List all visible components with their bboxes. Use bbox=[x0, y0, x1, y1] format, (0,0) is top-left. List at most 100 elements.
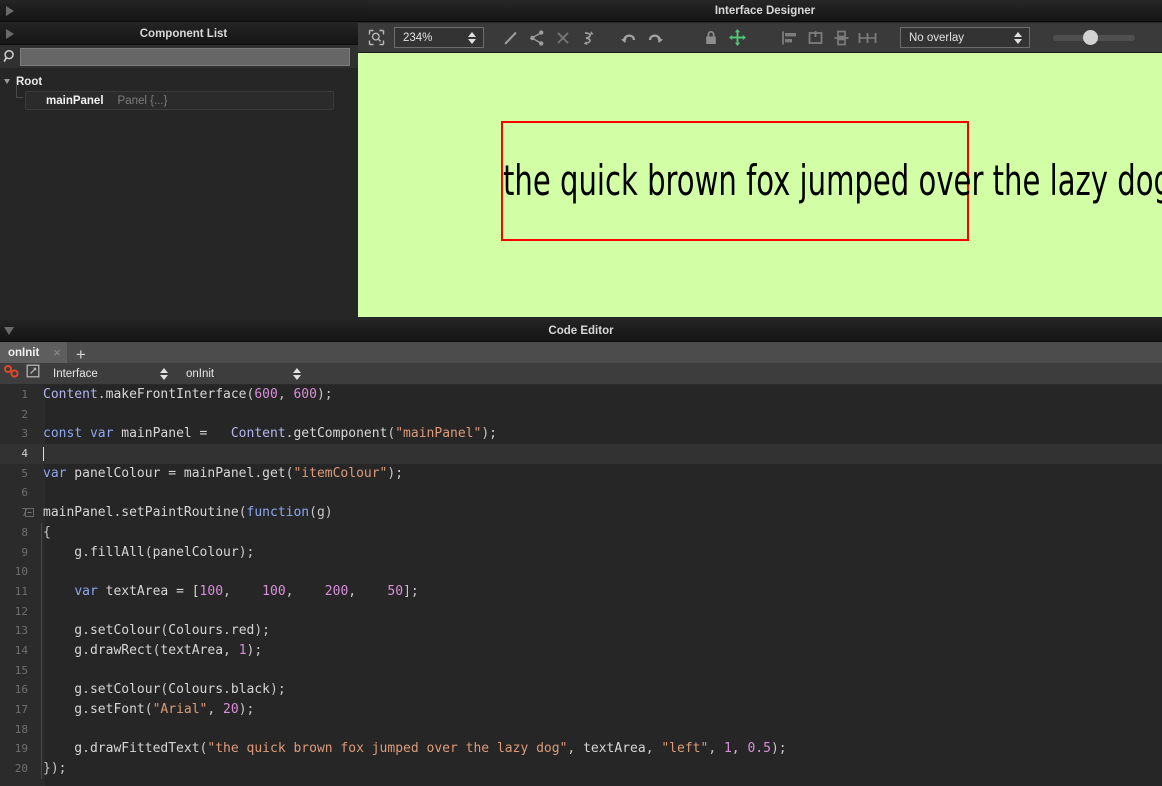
designer-header: Interface Designer bbox=[368, 0, 1162, 22]
align-vertical-icon[interactable] bbox=[828, 27, 854, 49]
code-text: g.setColour(Colours.red); bbox=[43, 623, 271, 639]
distribute-horizontal-icon[interactable] bbox=[854, 27, 880, 49]
code-line[interactable]: 18 bbox=[0, 719, 1162, 740]
line-number: 14 bbox=[14, 643, 28, 657]
code-text: g.setFont("Arial", 20); bbox=[43, 702, 255, 717]
move-icon[interactable] bbox=[724, 27, 750, 49]
line-number: 17 bbox=[14, 703, 28, 716]
code-line[interactable]: 6 bbox=[0, 483, 1162, 503]
overlay-value: No overlay bbox=[909, 31, 964, 44]
undo-redo-swap-icon[interactable] bbox=[576, 27, 602, 49]
tab-label: onInit bbox=[8, 346, 40, 359]
fold-guide-line bbox=[41, 522, 42, 543]
tree-item-mainpanel[interactable]: mainPanel Panel {...} bbox=[16, 84, 334, 110]
tree-root-node[interactable]: Root bbox=[0, 72, 359, 91]
spinner-icon[interactable] bbox=[160, 367, 168, 380]
delete-x-icon[interactable] bbox=[550, 27, 576, 49]
tab-oninit[interactable]: onInit × bbox=[0, 342, 67, 363]
code-line[interactable]: 13 g.setColour(Colours.red); bbox=[0, 621, 1162, 641]
line-number: 10 bbox=[14, 565, 28, 579]
external-link-icon[interactable] bbox=[26, 364, 40, 383]
code-line[interactable]: 1 Content.makeFrontInterface(600, 600); bbox=[0, 385, 1162, 405]
canvas-fitted-text: the quick brown fox jumped over the lazy… bbox=[503, 160, 1162, 202]
zoom-combo[interactable]: 234% bbox=[394, 27, 484, 48]
scope-combo[interactable]: Interface bbox=[53, 363, 168, 385]
slider-knob[interactable] bbox=[1083, 30, 1099, 45]
line-number: 20 bbox=[14, 762, 28, 776]
zoom-slider[interactable] bbox=[1048, 27, 1140, 49]
code-line[interactable]: 2 bbox=[0, 405, 1162, 425]
code-line[interactable]: 11 var textArea = [100, 100, 200, 50]; bbox=[0, 581, 1162, 602]
code-line[interactable]: 4 bbox=[0, 444, 1162, 464]
code-line[interactable]: 15 bbox=[0, 660, 1162, 681]
code-lines[interactable]: 1 Content.makeFrontInterface(600, 600); 2 3… bbox=[0, 385, 1162, 779]
code-line[interactable]: 7− mainPanel.setPaintRoutine(function(g) bbox=[0, 503, 1162, 523]
lock-icon[interactable] bbox=[698, 27, 724, 49]
add-tab-button[interactable]: + bbox=[76, 346, 86, 363]
fold-guide-line bbox=[41, 739, 42, 760]
line-number: 16 bbox=[14, 683, 28, 697]
line-number: 1 bbox=[21, 388, 28, 401]
code-line[interactable]: 9 g.fillAll(panelColour); bbox=[0, 542, 1162, 563]
code-text: var textArea = [100, 100, 200, 50]; bbox=[74, 583, 419, 599]
fold-guide-line bbox=[41, 621, 42, 641]
link-chain-icon[interactable] bbox=[3, 364, 20, 384]
component-tree: Root mainPanel Panel {...} bbox=[0, 72, 359, 110]
designer-canvas[interactable]: the quick brown fox jumped over the lazy… bbox=[358, 53, 1162, 317]
collapse-arrow-icon[interactable] bbox=[6, 5, 14, 16]
line-number: 2 bbox=[21, 407, 28, 421]
share-icon[interactable] bbox=[524, 27, 550, 49]
zoom-select-icon[interactable] bbox=[363, 27, 389, 49]
fold-guide-line bbox=[41, 680, 42, 700]
line-number: 19 bbox=[14, 742, 28, 756]
edit-pencil-icon[interactable] bbox=[498, 27, 524, 49]
align-center-icon[interactable] bbox=[802, 27, 828, 49]
zoom-value: 234% bbox=[403, 31, 433, 44]
line-number: 3 bbox=[21, 427, 28, 441]
line-number: 9 bbox=[21, 545, 28, 559]
code-line[interactable]: 3 const var mainPanel = Content.getCompon… bbox=[0, 424, 1162, 444]
code-text: g.fillAll(panelColour); bbox=[43, 544, 255, 560]
code-line[interactable]: 16 g.setColour(Colours.black); bbox=[0, 680, 1162, 700]
line-number: 18 bbox=[14, 722, 28, 736]
code-line[interactable]: 17 g.setFont("Arial", 20); bbox=[0, 700, 1162, 720]
line-number: 5 bbox=[21, 466, 28, 480]
code-line[interactable]: 8{ bbox=[0, 522, 1162, 543]
code-line[interactable]: 10 bbox=[0, 562, 1162, 582]
fold-guide-line bbox=[41, 601, 42, 622]
code-text: var panelColour = mainPanel.get("itemCol… bbox=[43, 465, 404, 481]
callback-combo[interactable]: onInit bbox=[186, 363, 301, 385]
component-list-collapse-arrow-icon[interactable] bbox=[6, 28, 14, 39]
spinner-icon[interactable] bbox=[468, 31, 476, 44]
code-line[interactable]: 14 g.drawRect(textArea, 1); bbox=[0, 640, 1162, 661]
code-line[interactable]: 5 var panelColour = mainPanel.get("itemCo… bbox=[0, 464, 1162, 484]
code-editor-collapse-arrow-icon[interactable] bbox=[4, 326, 14, 335]
redo-icon[interactable] bbox=[642, 27, 668, 49]
designer-toolbar: 234% No overlay bbox=[358, 23, 1162, 53]
align-left-icon[interactable] bbox=[776, 27, 802, 49]
undo-icon[interactable] bbox=[616, 27, 642, 49]
code-line[interactable]: 12 bbox=[0, 601, 1162, 622]
spinner-icon[interactable] bbox=[1014, 31, 1022, 44]
code-text: g.setColour(Colours.black); bbox=[43, 682, 286, 698]
overlay-combo[interactable]: No overlay bbox=[900, 27, 1030, 48]
chevron-down-icon[interactable] bbox=[4, 79, 10, 84]
close-icon[interactable]: × bbox=[53, 345, 61, 360]
fold-toggle-icon[interactable]: − bbox=[25, 508, 34, 518]
code-line[interactable]: 19 g.drawFittedText("the quick brown fox… bbox=[0, 739, 1162, 760]
code-editor-title: Code Editor bbox=[548, 324, 614, 337]
fold-guide-line bbox=[41, 640, 42, 661]
designer-title: Interface Designer bbox=[714, 4, 816, 17]
code-editor-body[interactable]: 1 Content.makeFrontInterface(600, 600); 2 3… bbox=[0, 385, 1162, 786]
line-number: 12 bbox=[14, 604, 28, 618]
component-list-header: Component List bbox=[0, 23, 367, 45]
spinner-icon[interactable] bbox=[293, 367, 301, 380]
scope-value: Interface bbox=[53, 367, 98, 380]
component-search-input[interactable] bbox=[20, 48, 350, 66]
interface-designer-app: Component List Root mainPanel Panel {...… bbox=[0, 0, 1162, 786]
fold-guide-line bbox=[41, 759, 42, 779]
code-line[interactable]: 20}); bbox=[0, 759, 1162, 779]
code-text: }); bbox=[43, 761, 67, 777]
code-editor-header: Code Editor bbox=[0, 320, 1162, 342]
line-number: 15 bbox=[14, 663, 28, 677]
